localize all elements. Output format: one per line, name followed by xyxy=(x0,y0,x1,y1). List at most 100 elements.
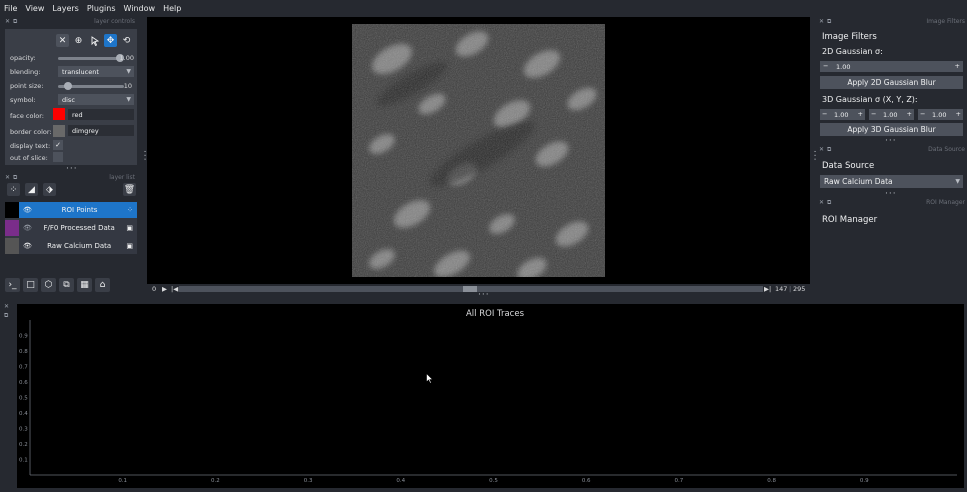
dock-close-icon[interactable]: ✕ xyxy=(5,18,10,25)
chevron-down-icon: ▼ xyxy=(126,96,131,103)
visibility-eye-icon[interactable]: 👁 xyxy=(23,206,32,214)
out-of-slice-checkbox[interactable] xyxy=(53,152,63,162)
select-points-icon[interactable] xyxy=(88,34,101,47)
ndisplay-icon[interactable]: □ xyxy=(23,278,38,292)
layer-row-ff0[interactable]: 👁 F/F0 Processed Data ▣ xyxy=(5,220,137,236)
minus-icon[interactable]: − xyxy=(822,110,827,118)
border-color-label: border color: xyxy=(10,128,52,136)
plus-icon[interactable]: + xyxy=(858,110,863,118)
splitter-handle-icon[interactable]: ··· xyxy=(66,165,78,174)
viewer-canvas[interactable] xyxy=(147,17,810,284)
calcium-image xyxy=(352,24,605,277)
step-back-icon[interactable]: |◀ xyxy=(171,285,178,293)
gauss3d-x-spinbox[interactable]: − 1.00 + xyxy=(820,109,865,120)
menu-window[interactable]: Window xyxy=(120,4,160,13)
dock-close-icon[interactable]: ✕ xyxy=(819,146,824,153)
point-size-slider[interactable] xyxy=(58,82,124,90)
plus-icon[interactable]: + xyxy=(907,110,912,118)
menu-plugins[interactable]: Plugins xyxy=(83,4,120,13)
new-labels-layer-icon[interactable]: ⬗ xyxy=(43,183,56,196)
chevron-down-icon: ▼ xyxy=(126,68,131,75)
viewer-buttons: ›_ □ ⬡ ⧉ ▦ ⌂ xyxy=(5,278,137,294)
face-color-field[interactable]: red xyxy=(68,109,134,120)
display-text-checkbox[interactable]: ✓ xyxy=(53,140,63,150)
menu-file[interactable]: File xyxy=(0,4,21,13)
point-size-slider-knob[interactable] xyxy=(63,82,72,90)
delete-points-icon[interactable]: ✕ xyxy=(56,34,69,47)
play-icon[interactable]: ▶ xyxy=(162,285,167,293)
layer-buttons: ⁘ ◢ ⬗ 🗑 xyxy=(5,182,137,198)
apply-2d-gaussian-button[interactable]: Apply 2D Gaussian Blur xyxy=(820,76,963,89)
gauss3d-z-spinbox[interactable]: − 1.00 + xyxy=(918,109,963,120)
dock-float-icon[interactable]: ⧉ xyxy=(13,174,17,182)
chart-title: All ROI Traces xyxy=(466,309,525,319)
gauss2d-spinbox[interactable]: − 1.00 + xyxy=(820,61,963,72)
layer-row-roi-points[interactable]: 👁 ROI Points ⁘ xyxy=(5,202,137,218)
dims-slider[interactable] xyxy=(179,286,763,292)
gauss3d-y-spinbox[interactable]: − 1.00 + xyxy=(869,109,914,120)
data-source-value: Raw Calcium Data xyxy=(824,177,893,186)
step-forward-icon[interactable]: ▶| xyxy=(764,285,771,293)
dock-float-icon[interactable]: ⧉ xyxy=(827,146,831,154)
dock-float-icon[interactable]: ⧉ xyxy=(827,199,831,207)
minus-icon[interactable]: − xyxy=(920,110,925,118)
face-color-swatch[interactable] xyxy=(53,108,65,120)
dock-close-icon[interactable]: ✕ xyxy=(4,303,9,310)
splitter-handle-icon[interactable]: ··· xyxy=(885,137,897,146)
splitter-handle-icon[interactable]: ··· xyxy=(478,291,490,300)
image-type-icon: ▣ xyxy=(126,224,133,232)
x-tick-label: 0.5 xyxy=(489,478,498,484)
gauss2d-label: 2D Gaussian σ: xyxy=(822,47,883,56)
traces-dock-controls: ✕ ⧉ xyxy=(0,302,14,332)
blending-dropdown[interactable]: translucent ▼ xyxy=(58,66,134,77)
symbol-dropdown[interactable]: disc ▼ xyxy=(58,94,134,105)
new-shapes-layer-icon[interactable]: ◢ xyxy=(25,183,38,196)
splitter-handle-icon[interactable]: ··· xyxy=(809,150,819,162)
visibility-eye-icon[interactable]: 👁 xyxy=(23,242,32,250)
face-color-value: red xyxy=(72,111,83,119)
image-type-icon: ▣ xyxy=(126,242,133,250)
menu-help[interactable]: Help xyxy=(159,4,185,13)
add-points-icon[interactable]: ⊕ xyxy=(72,34,85,47)
menu-view[interactable]: View xyxy=(21,4,48,13)
splitter-handle-icon[interactable]: ··· xyxy=(139,150,149,162)
plus-icon[interactable]: + xyxy=(956,110,961,118)
pan-zoom-icon[interactable]: ✥ xyxy=(104,34,117,47)
transpose-icon[interactable]: ⧉ xyxy=(59,278,74,292)
border-color-field[interactable]: dimgrey xyxy=(68,125,134,136)
delete-layer-icon[interactable]: 🗑 xyxy=(123,183,136,196)
minus-icon[interactable]: − xyxy=(823,62,828,70)
traces-plot[interactable]: All ROI Traces 0.9 0.8 0.7 0.6 0.5 0.4 0.3 0.2 0… xyxy=(17,304,964,488)
dock-close-icon[interactable]: ✕ xyxy=(819,18,824,25)
home-icon[interactable]: ⌂ xyxy=(95,278,110,292)
grid-icon[interactable]: ▦ xyxy=(77,278,92,292)
dock-float-icon[interactable]: ⧉ xyxy=(13,18,17,26)
menu-layers[interactable]: Layers xyxy=(48,4,82,13)
data-source-dropdown[interactable]: Raw Calcium Data ▼ xyxy=(820,175,963,188)
splitter-handle-icon[interactable]: ··· xyxy=(885,190,897,199)
roll-axes-icon[interactable]: ⬡ xyxy=(41,278,56,292)
opacity-slider-track xyxy=(58,57,124,60)
frame-index: 0 xyxy=(152,285,157,293)
apply-3d-gaussian-button[interactable]: Apply 3D Gaussian Blur xyxy=(820,123,963,136)
dock-float-icon[interactable]: ⧉ xyxy=(4,312,8,320)
console-icon[interactable]: ›_ xyxy=(5,278,20,292)
new-points-layer-icon[interactable]: ⁘ xyxy=(7,183,20,196)
visibility-eye-icon[interactable]: 👁 xyxy=(23,224,32,232)
gauss3d-y-value: 1.00 xyxy=(883,111,898,119)
transform-icon[interactable]: ⟲ xyxy=(120,34,133,47)
x-tick-label: 0.7 xyxy=(675,478,684,484)
layer-row-raw[interactable]: 👁 Raw Calcium Data ▣ xyxy=(5,238,137,254)
dock-float-icon[interactable]: ⧉ xyxy=(827,18,831,26)
symbol-value: disc xyxy=(62,96,75,104)
dock-close-icon[interactable]: ✕ xyxy=(819,199,824,206)
y-tick-label: 0.5 xyxy=(19,396,28,402)
dock-close-icon[interactable]: ✕ xyxy=(5,174,10,181)
plus-icon[interactable]: + xyxy=(955,62,960,70)
out-of-slice-label: out of slice: xyxy=(10,154,48,162)
mouse-cursor-icon xyxy=(426,373,434,384)
opacity-slider[interactable] xyxy=(58,54,124,62)
border-color-swatch[interactable] xyxy=(53,125,65,137)
minus-icon[interactable]: − xyxy=(871,110,876,118)
dims-slider-thumb[interactable] xyxy=(463,286,478,292)
